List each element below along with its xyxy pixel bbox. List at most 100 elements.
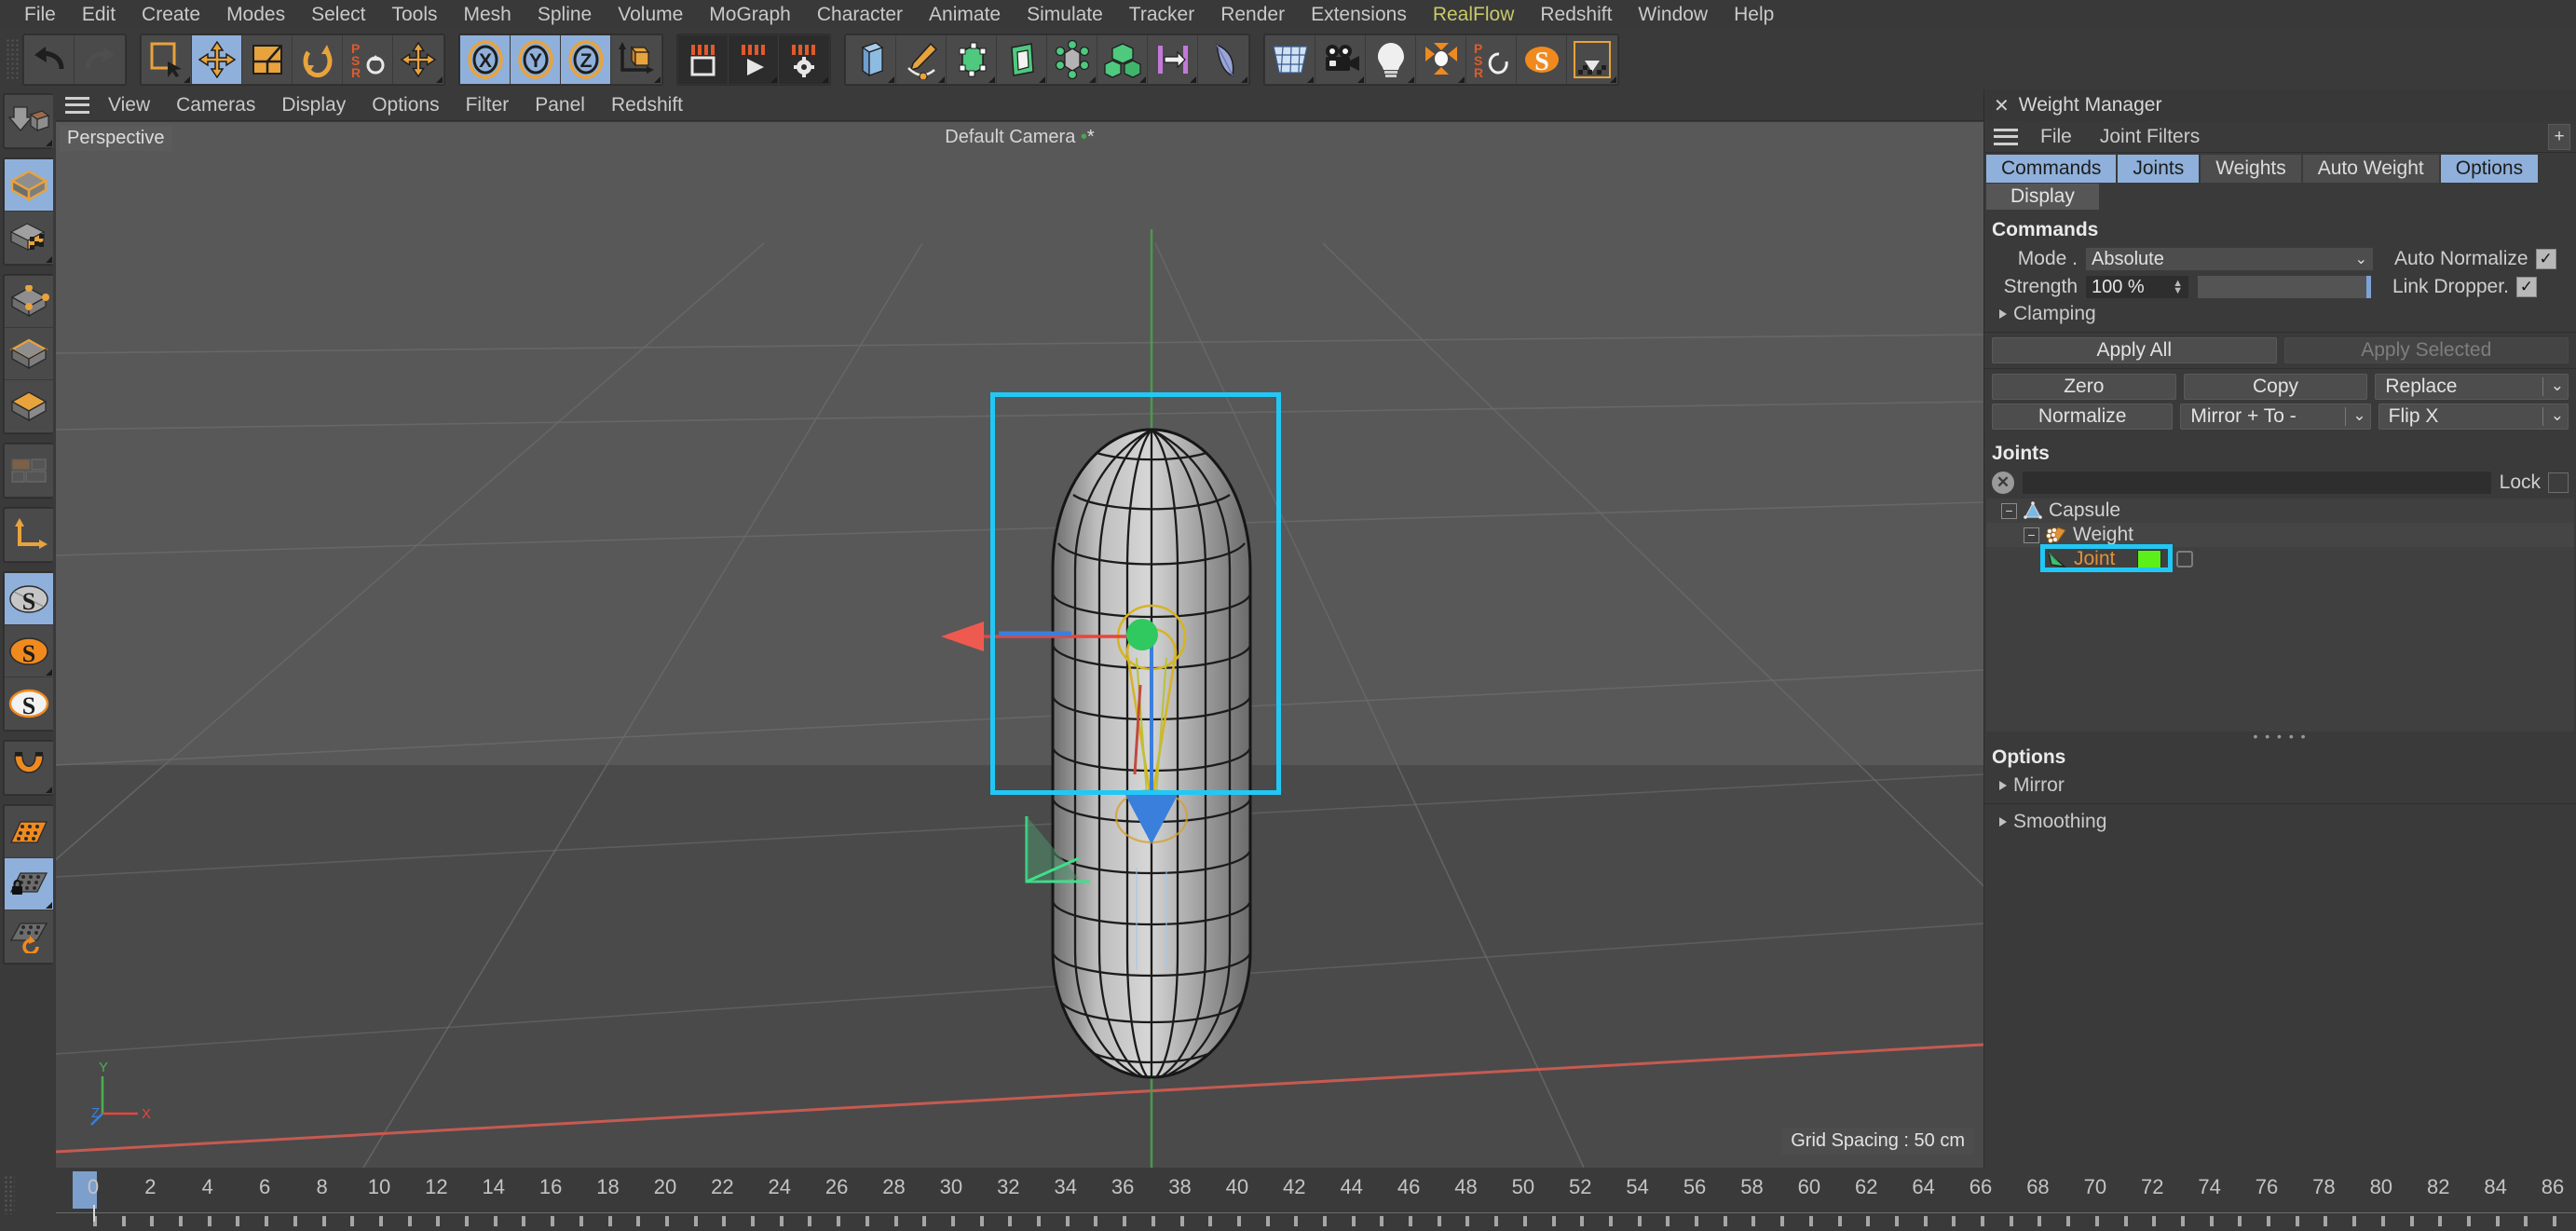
workplane-lock-button[interactable] [5,858,53,910]
menu-item-tools[interactable]: Tools [378,0,450,30]
align-button[interactable] [1148,35,1198,84]
cube-primitive-button[interactable] [846,35,896,84]
strength-input[interactable]: 100 % ▲ ▼ [2085,275,2189,299]
tree-row-capsule[interactable]: − Capsule [1986,499,2574,523]
menu-item-realflow[interactable]: RealFlow [1420,0,1528,30]
axis-z-button[interactable]: Z [561,35,611,84]
menu-item-file[interactable]: File [11,0,69,30]
psr-spin-button[interactable]: P S R [1466,35,1517,84]
snap-settings-button[interactable]: S [5,625,53,677]
panel-add-button[interactable]: + [2548,124,2570,150]
mirror-dropdown[interactable]: Mirror + To - ⌄ [2180,403,2371,430]
axis-x-button[interactable]: X [460,35,511,84]
viewport-menu-redshift[interactable]: Redshift [598,94,696,116]
menu-item-select[interactable]: Select [298,0,378,30]
rotate-tool-button[interactable] [293,35,343,84]
toolbar-grip[interactable] [6,38,19,81]
menu-item-extensions[interactable]: Extensions [1298,0,1420,30]
viewport-menu-cameras[interactable]: Cameras [163,94,268,116]
viewport-menu-filter[interactable]: Filter [453,94,523,116]
polygons-mode-button[interactable] [5,380,53,432]
menu-item-spline[interactable]: Spline [525,0,605,30]
zero-button[interactable]: Zero [1992,374,2176,400]
nurbs-button[interactable] [947,35,997,84]
psr-button[interactable]: P S R [343,35,393,84]
floor-button[interactable] [1265,35,1315,84]
workplane-reset-button[interactable] [5,910,53,963]
menu-item-redshift[interactable]: Redshift [1527,0,1625,30]
camera-button[interactable] [1315,35,1366,84]
light-button[interactable] [1366,35,1416,84]
render-queue-button[interactable] [729,35,779,84]
tree-row-weight[interactable]: − Weight [1986,523,2574,547]
auto-normalize-checkbox[interactable]: ✓ [2535,249,2556,269]
smoothing-group[interactable]: Smoothing [1984,809,2576,835]
expander-icon[interactable]: − [2001,502,2017,519]
render-view-button[interactable] [678,35,729,84]
timeline-ruler[interactable]: 0 2 4 6 8 10 12 14 16 18 20 22 24 26 28 30 32 34 36 38 40 42 4… [0,1168,2576,1231]
magnet-button[interactable] [5,742,53,794]
move-tool-button[interactable] [192,35,242,84]
strength-slider[interactable] [2197,275,2372,299]
model-mode-button[interactable] [5,159,53,212]
timeline-grip[interactable] [4,1175,15,1214]
world-coordinates-button[interactable] [611,35,661,84]
boole-button[interactable] [1097,35,1148,84]
menu-item-simulate[interactable]: Simulate [1014,0,1116,30]
viewport-menu-panel[interactable]: Panel [522,94,598,116]
panel-resize-handle[interactable]: • • • • • [1984,729,2576,744]
workplane-button[interactable] [5,806,53,858]
joint-color-swatch[interactable] [2137,550,2162,568]
lock-checkbox[interactable] [2548,472,2569,493]
uv-mode-button[interactable] [5,445,53,497]
clear-search-icon[interactable]: ✕ [1992,472,2014,494]
menu-item-volume[interactable]: Volume [605,0,696,30]
timeline-bar[interactable]: 0 2 4 6 8 10 12 14 16 18 20 22 24 26 28 30 32 34 36 38 40 42 4… [0,1168,2576,1231]
redo-button[interactable] [75,35,125,84]
points-mode-button[interactable] [5,276,53,328]
copy-button[interactable]: Copy [2183,374,2368,400]
axis-y-button[interactable]: Y [511,35,561,84]
tab-options[interactable]: Options [2440,155,2539,183]
axis-modify-button[interactable] [5,509,53,561]
viewport-menu-options[interactable]: Options [359,94,452,116]
expander-icon[interactable]: − [2024,527,2039,543]
clamping-group[interactable]: Clamping [1984,301,2576,327]
menu-item-window[interactable]: Window [1625,0,1721,30]
link-dropper-checkbox[interactable]: ✓ [2515,277,2537,297]
viewport-menu-display[interactable]: Display [268,94,359,116]
menu-item-edit[interactable]: Edit [69,0,129,30]
snap-quantize-button[interactable]: S [5,677,53,730]
menu-item-create[interactable]: Create [129,0,213,30]
scale-tool-button[interactable] [242,35,293,84]
mograph-button[interactable] [1416,35,1466,84]
close-icon[interactable]: ✕ [1994,94,2010,117]
simulate-button[interactable]: S [1517,35,1567,84]
extrude-button[interactable] [997,35,1047,84]
menu-item-mesh[interactable]: Mesh [451,0,525,30]
render-settings-button[interactable] [779,35,829,84]
tab-joints[interactable]: Joints [2118,155,2200,183]
deformer-button[interactable] [1198,35,1248,84]
menu-item-tracker[interactable]: Tracker [1116,0,1207,30]
joint-lock-icon[interactable] [2176,551,2194,568]
snap-enable-button[interactable]: S [5,573,53,625]
subtab-display[interactable]: Display [1986,184,2099,210]
texture-mode-button[interactable] [5,212,53,264]
viewport-hamburger-icon[interactable] [65,96,89,114]
mirror-group[interactable]: Mirror [1984,773,2576,799]
make-editable-button[interactable] [5,95,53,147]
edges-mode-button[interactable] [5,328,53,380]
joints-search-input[interactable] [2022,471,2492,495]
flip-x-dropdown[interactable]: Flip X ⌄ [2378,403,2569,430]
menu-item-modes[interactable]: Modes [213,0,298,30]
apply-selected-button[interactable]: Apply Selected [2283,337,2569,363]
panel-menu-file[interactable]: File [2029,126,2083,148]
mode-select[interactable]: Absolute ⌄ [2085,247,2374,271]
pen-spline-button[interactable] [896,35,947,84]
tab-commands[interactable]: Commands [1986,155,2117,183]
panel-menu-joint-filters[interactable]: Joint Filters [2089,126,2211,148]
joints-tree[interactable]: − Capsule − Weight Joint [1986,499,2574,732]
replace-dropdown[interactable]: Replace ⌄ [2375,374,2569,400]
menu-item-render[interactable]: Render [1207,0,1298,30]
